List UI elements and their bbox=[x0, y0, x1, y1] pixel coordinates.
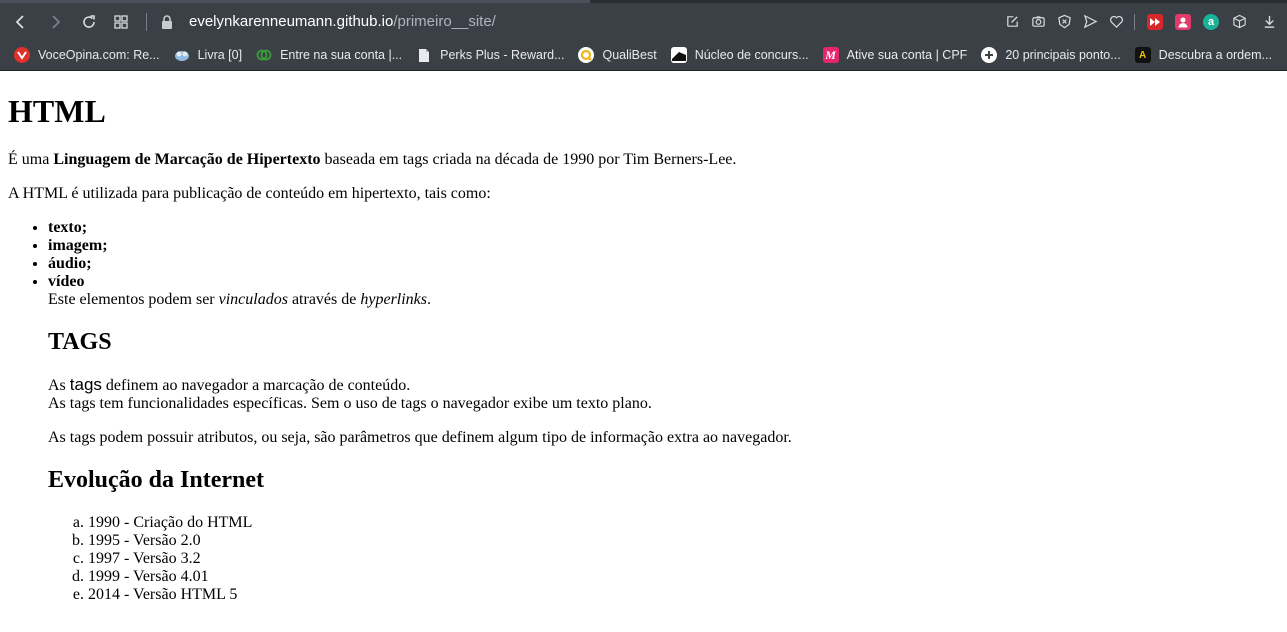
bookmark-nucleo[interactable]: Núcleo de concurs... bbox=[670, 47, 809, 63]
browser-toolbar: evelynkarenneumann.github.io/primeiro__s… bbox=[0, 0, 1287, 40]
page-content: HTML É uma Linguagem de Marcação de Hipe… bbox=[0, 93, 1287, 604]
bookmark-ative-conta[interactable]: M Ative sua conta | CPF bbox=[822, 47, 968, 63]
list-item: 1997 - Versão 3.2 bbox=[88, 550, 1279, 568]
voceopina-icon bbox=[14, 47, 30, 63]
linked-paragraph: Este elementos podem ser vinculados atra… bbox=[48, 291, 1279, 309]
extension-profile-button[interactable] bbox=[1175, 13, 1191, 30]
download-icon bbox=[1264, 15, 1274, 28]
send-button[interactable] bbox=[1082, 14, 1098, 30]
tags-paragraph-1: As tags definem ao navegador a marcação … bbox=[48, 376, 1279, 413]
page-title: HTML bbox=[8, 93, 106, 129]
tags-text-line2: As tags tem funcionalidades específicas.… bbox=[48, 395, 652, 412]
qualibest-icon bbox=[578, 47, 595, 63]
reload-button[interactable] bbox=[78, 11, 100, 33]
m-icon: M bbox=[822, 47, 839, 63]
camera-icon bbox=[1031, 16, 1045, 27]
toolbar-actions: a bbox=[994, 13, 1277, 30]
intro-paragraph: É uma Linguagem de Marcação de Hipertext… bbox=[8, 151, 1279, 169]
edit-page-button[interactable] bbox=[1004, 14, 1020, 30]
a-icon: A bbox=[1134, 47, 1151, 63]
arrow-left-icon bbox=[15, 14, 24, 29]
list-item: imagem; bbox=[48, 237, 1279, 255]
nucleo-icon bbox=[670, 47, 687, 63]
list-item: 2014 - Versão HTML 5 bbox=[88, 586, 1279, 604]
forward-button[interactable] bbox=[44, 11, 66, 33]
linked-text-start: Este elementos podem ser bbox=[48, 291, 219, 308]
list-item: texto; bbox=[48, 219, 1279, 237]
livra-icon bbox=[174, 47, 190, 63]
bookmark-label: VoceOpina.com: Re... bbox=[38, 48, 160, 62]
bookmark-label: Entre na sua conta |... bbox=[280, 48, 403, 62]
ring-icon bbox=[256, 47, 272, 63]
nested-section: Este elementos podem ser vinculados atra… bbox=[8, 291, 1279, 604]
intro-highlight: Linguagem de Marcação de Hipertexto bbox=[53, 151, 321, 168]
list-item: vídeo bbox=[48, 273, 1279, 291]
bookmark-voceopina[interactable]: VoceOpina.com: Re... bbox=[14, 47, 160, 63]
heart-icon bbox=[1109, 15, 1123, 28]
address-bar[interactable]: evelynkarenneumann.github.io/primeiro__s… bbox=[146, 8, 994, 36]
bookmarks-bar: VoceOpina.com: Re... Livra [0] Entre na … bbox=[0, 40, 1287, 71]
linked-emphasis-hyperlinks: hyperlinks bbox=[360, 291, 428, 308]
url-path: /primeiro__site/ bbox=[393, 13, 496, 30]
letter-a-icon: a bbox=[1207, 15, 1215, 28]
list-item: áudio; bbox=[48, 255, 1279, 273]
download-button[interactable] bbox=[1261, 14, 1277, 30]
intro-text-end: baseada em tags criada na década de 1990… bbox=[320, 151, 737, 168]
extensions-menu-button[interactable] bbox=[1231, 14, 1247, 30]
bookmark-descubra[interactable]: A Descubra a ordem... bbox=[1134, 47, 1272, 63]
bookmark-label: Livra [0] bbox=[197, 48, 243, 62]
person-icon bbox=[1178, 17, 1188, 27]
bookmark-livra[interactable]: Livra [0] bbox=[174, 47, 242, 63]
linked-text-mid: através de bbox=[287, 291, 361, 308]
grid-icon bbox=[114, 14, 128, 29]
url-domain: evelynkarenneumann.github.io bbox=[189, 13, 394, 30]
bookmark-perks-plus[interactable]: Perks Plus - Reward... bbox=[416, 47, 564, 63]
bookmark-label: QualiBest bbox=[602, 48, 657, 62]
bookmark-qualibest[interactable]: QualiBest bbox=[578, 47, 657, 63]
evolution-list: 1990 - Criação do HTML 1995 - Versão 2.0… bbox=[48, 514, 1279, 604]
list-item: 1999 - Versão 4.01 bbox=[88, 568, 1279, 586]
linked-text-end: . bbox=[427, 291, 432, 308]
cube-icon bbox=[1232, 14, 1246, 29]
bookmark-label: Descubra a ordem... bbox=[1158, 48, 1272, 62]
reload-icon bbox=[83, 14, 95, 28]
bookmark-20-principais[interactable]: 20 principais ponto... bbox=[981, 47, 1121, 63]
extensions-divider bbox=[1134, 13, 1135, 30]
send-icon bbox=[1083, 14, 1097, 29]
intro-text-start: É uma bbox=[8, 151, 54, 168]
arrow-right-icon bbox=[52, 14, 61, 29]
adblock-button[interactable] bbox=[1056, 14, 1072, 30]
tags-word: tags bbox=[69, 375, 102, 394]
edit-icon bbox=[1006, 16, 1018, 27]
evolution-heading: Evolução da Internet bbox=[48, 467, 264, 493]
tags-paragraph-2: As tags podem possuir atributos, ou seja… bbox=[48, 429, 792, 446]
play-forward-icon bbox=[1150, 17, 1160, 26]
extension-youtube-button[interactable] bbox=[1147, 13, 1163, 30]
usage-paragraph: A HTML é utilizada para publicação de co… bbox=[8, 185, 491, 202]
active-tab-indicator bbox=[0, 0, 590, 3]
url-text[interactable]: evelynkarenneumann.github.io/primeiro__s… bbox=[189, 13, 496, 30]
shield-x-icon bbox=[1057, 14, 1071, 29]
list-item: 1995 - Versão 2.0 bbox=[88, 532, 1279, 550]
bookmark-label: Núcleo de concurs... bbox=[694, 48, 809, 62]
file-icon bbox=[416, 47, 432, 63]
tiles-button[interactable] bbox=[110, 11, 132, 33]
bookmark-label: 20 principais ponto... bbox=[1005, 48, 1121, 62]
lock-icon[interactable] bbox=[161, 14, 173, 29]
bookmark-entre-conta[interactable]: Entre na sua conta |... bbox=[256, 47, 402, 63]
tags-heading: TAGS bbox=[48, 329, 112, 355]
bookmark-label: Ative sua conta | CPF bbox=[846, 48, 968, 62]
list-item: 1990 - Criação do HTML bbox=[88, 514, 1279, 532]
bookmark-label: Perks Plus - Reward... bbox=[440, 48, 565, 62]
linked-emphasis-vinculados: vinculados bbox=[218, 291, 288, 308]
tags-text-start: As bbox=[48, 377, 70, 394]
snapshot-button[interactable] bbox=[1030, 14, 1046, 30]
back-button[interactable] bbox=[10, 11, 32, 33]
extension-a-button[interactable]: a bbox=[1203, 13, 1219, 30]
plus-circle-icon bbox=[981, 47, 998, 63]
toolbar-divider bbox=[146, 12, 147, 31]
favorite-button[interactable] bbox=[1108, 14, 1124, 30]
media-list: texto; imagem; áudio; vídeo bbox=[8, 219, 1279, 291]
tags-text-end: definem ao navegador a marcação de conte… bbox=[101, 377, 411, 394]
